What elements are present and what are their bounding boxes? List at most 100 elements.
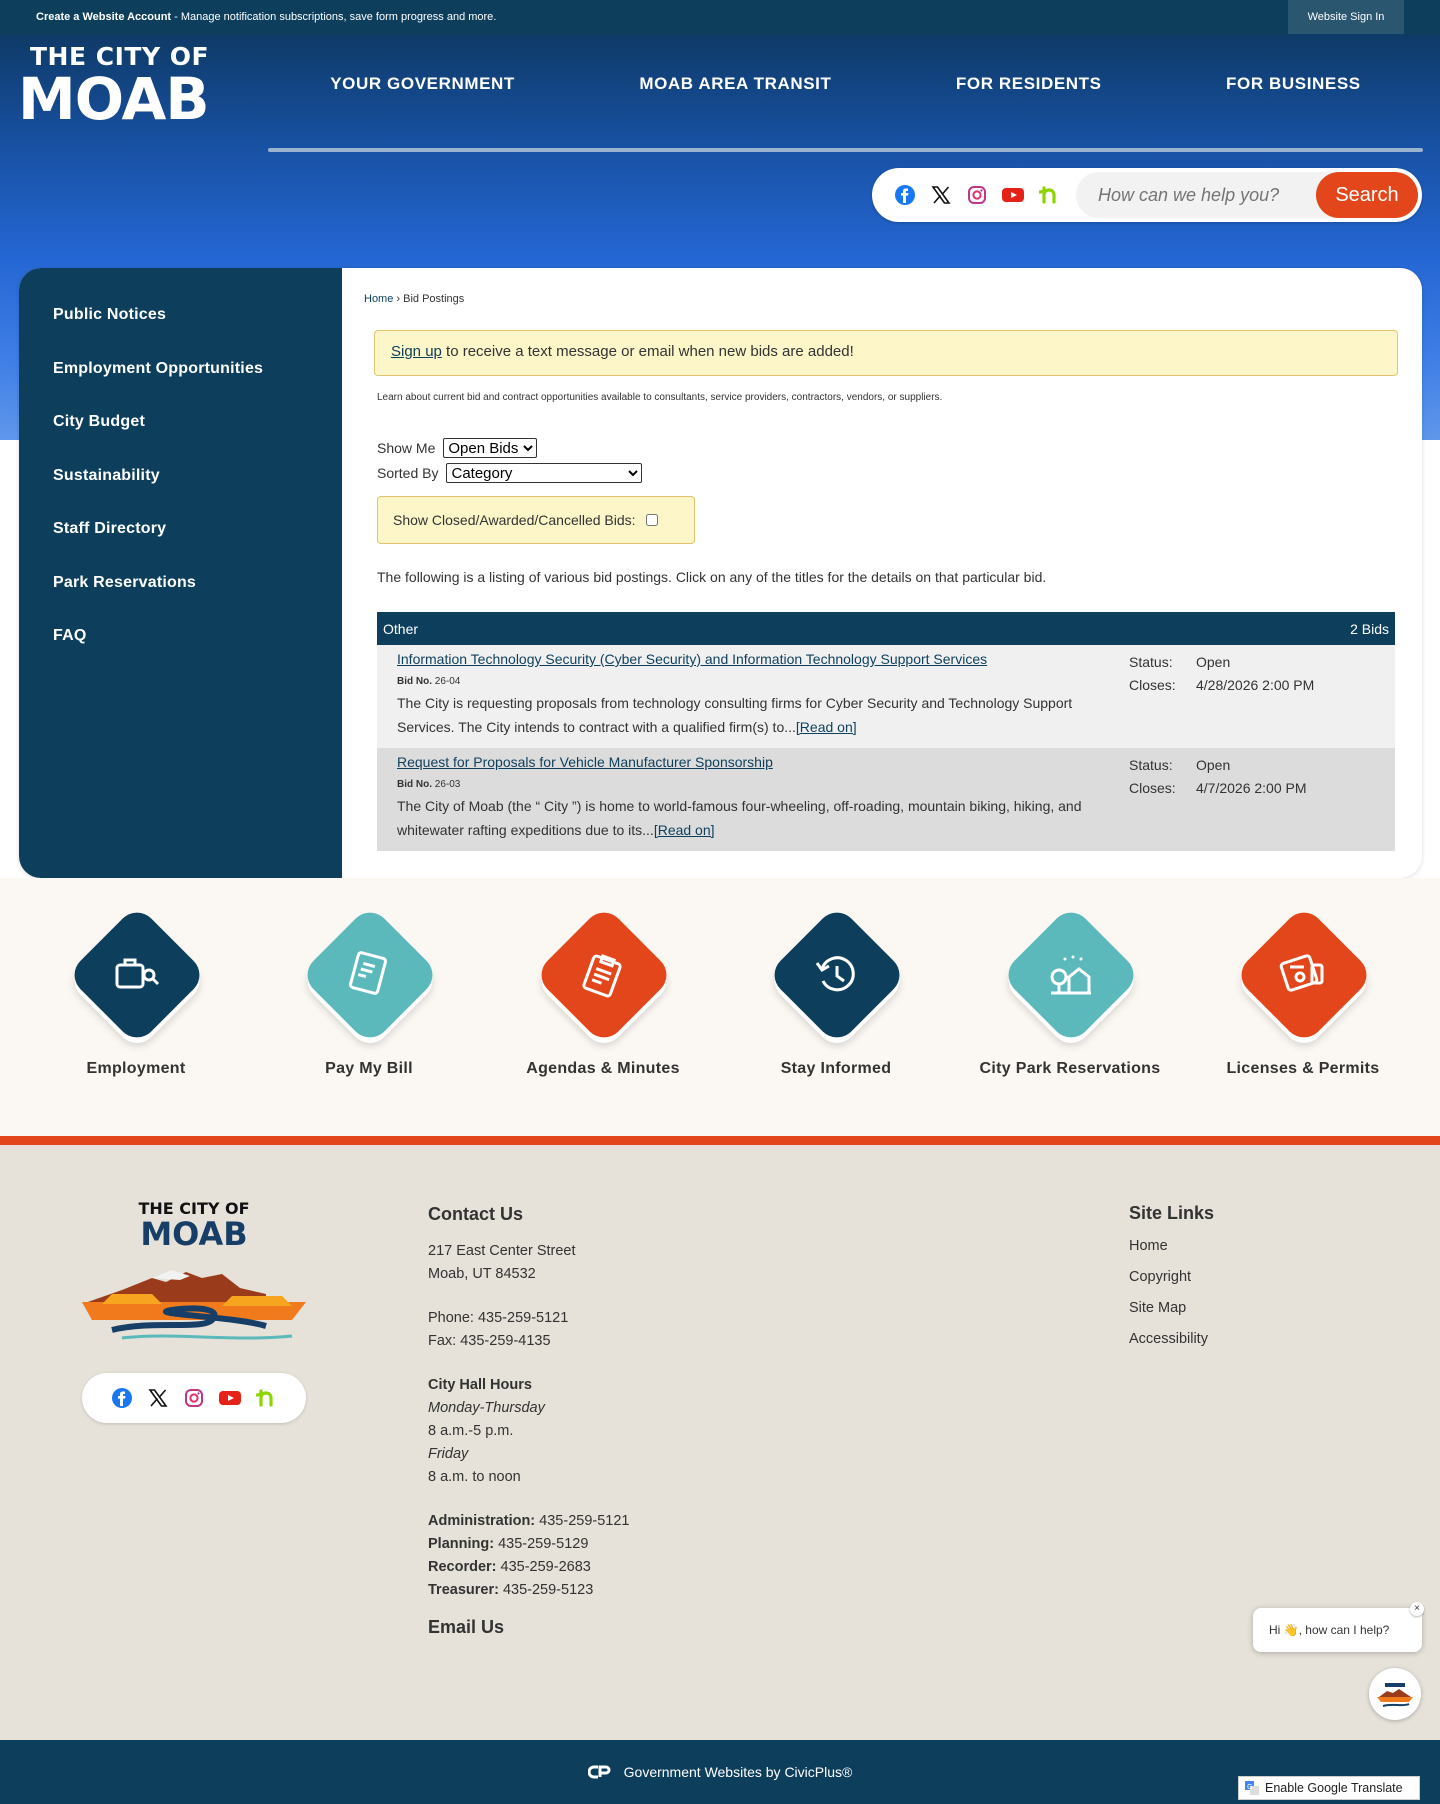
nav-underline: [268, 148, 1423, 152]
quick-links: Employment Pay My Bill Agendas & Minutes…: [0, 878, 1440, 1136]
main-card: Public Notices Employment Opportunities …: [19, 268, 1422, 878]
site-link-accessibility[interactable]: Accessibility: [1129, 1331, 1214, 1362]
clipboard-icon: [582, 954, 622, 998]
sorted-by-select[interactable]: Category: [446, 463, 643, 483]
google-translate-button[interactable]: G Enable Google Translate: [1238, 1776, 1420, 1800]
show-closed-checkbox[interactable]: [645, 514, 658, 526]
breadcrumb-home[interactable]: Home: [364, 293, 393, 305]
site-logo[interactable]: THE CITY OF MOAB: [18, 42, 210, 128]
bid-number-label: Bid No.: [397, 779, 432, 790]
chat-bubble[interactable]: Hi 👋, how can I help? ×: [1253, 1602, 1424, 1652]
x-icon[interactable]: [930, 184, 952, 206]
bid-table-header: Other 2 Bids: [377, 612, 1395, 645]
youtube-icon[interactable]: [219, 1387, 241, 1409]
quick-link-label: Employment: [86, 1060, 186, 1077]
quick-link-label: Licenses & Permits: [1226, 1060, 1380, 1077]
nav-your-government[interactable]: YOUR GOVERNMENT: [330, 74, 515, 94]
nav-moab-area-transit[interactable]: MOAB AREA TRANSIT: [639, 74, 831, 94]
bottom-bar: Government Websites by CivicPlus®: [0, 1740, 1440, 1804]
civicplus-link[interactable]: Government Websites by CivicPlus®: [624, 1764, 853, 1780]
phone: Phone: 435-259-5121: [428, 1310, 569, 1326]
history-icon: [815, 956, 855, 992]
search-input[interactable]: [1076, 172, 1316, 218]
closes-label: Closes:: [1129, 780, 1176, 796]
instagram-icon[interactable]: [966, 184, 988, 206]
breadcrumb-separator: ›: [393, 293, 404, 305]
facebook-icon[interactable]: [111, 1387, 133, 1409]
sidebar-item-staff-directory[interactable]: Staff Directory: [19, 520, 342, 574]
create-account-description: - Manage notification subscriptions, sav…: [171, 11, 497, 23]
hours-days1: Monday-Thursday: [428, 1400, 545, 1416]
search-button[interactable]: Search: [1316, 172, 1418, 218]
read-on-link[interactable]: [Read on]: [796, 719, 857, 735]
search-bar: Search: [872, 168, 1422, 222]
quick-link-pay-bill[interactable]: Pay My Bill: [269, 904, 469, 1078]
create-account-link[interactable]: Create a Website Account: [36, 11, 171, 23]
nav-for-residents[interactable]: FOR RESIDENTS: [956, 74, 1102, 94]
sign-in-button[interactable]: Website Sign In: [1288, 0, 1404, 34]
show-closed-box: Show Closed/Awarded/Cancelled Bids:: [377, 496, 695, 544]
closes-value: 4/7/2026 2:00 PM: [1196, 780, 1307, 796]
sidebar-item-employment[interactable]: Employment Opportunities: [19, 360, 342, 414]
facebook-icon[interactable]: [894, 184, 916, 206]
instagram-icon[interactable]: [183, 1387, 205, 1409]
show-me-select[interactable]: Open Bids: [443, 438, 538, 458]
email-us-link[interactable]: Email Us: [428, 1616, 629, 1639]
footer-logo[interactable]: THE CITY OF MOAB: [82, 1199, 306, 1349]
breadcrumb-current: Bid Postings: [403, 293, 465, 305]
google-translate-icon: G: [1245, 1781, 1259, 1795]
bid-title-link[interactable]: Information Technology Security (Cyber S…: [397, 651, 987, 667]
closes-label: Closes:: [1129, 677, 1176, 693]
sidebar-item-park-reservations[interactable]: Park Reservations: [19, 574, 342, 628]
read-on-link[interactable]: [Read on]: [654, 822, 715, 838]
sidebar-item-sustainability[interactable]: Sustainability: [19, 467, 342, 521]
address-line1: 217 East Center Street: [428, 1243, 576, 1259]
show-closed-label: Show Closed/Awarded/Cancelled Bids:: [393, 512, 636, 528]
nextdoor-icon[interactable]: [255, 1387, 277, 1409]
quick-link-label: Pay My Bill: [325, 1060, 413, 1077]
status-label: Status:: [1129, 654, 1173, 670]
site-links-title: Site Links: [1129, 1203, 1215, 1223]
nextdoor-icon[interactable]: [1038, 184, 1060, 206]
dept-phone: 435-259-5129: [494, 1536, 589, 1552]
footer-logo-mesa-icon: [82, 1270, 306, 1340]
main-nav: YOUR GOVERNMENT MOAB AREA TRANSIT FOR RE…: [268, 74, 1423, 152]
moab-logo-icon: [1377, 1683, 1413, 1707]
status-label: Status:: [1129, 757, 1173, 773]
fax: Fax: 435-259-4135: [428, 1333, 551, 1349]
site-link-copyright[interactable]: Copyright: [1129, 1269, 1214, 1300]
bid-row: Information Technology Security (Cyber S…: [377, 645, 1395, 748]
quick-link-park-reservations[interactable]: City Park Reservations: [970, 904, 1170, 1078]
quick-link-stay-informed[interactable]: Stay Informed: [736, 904, 936, 1078]
civicplus-logo-icon: [587, 1765, 611, 1779]
breadcrumb: Home › Bid Postings: [364, 293, 464, 305]
signup-link[interactable]: Sign up: [391, 343, 442, 360]
status-value: Open: [1196, 654, 1231, 670]
license-icon: [1279, 954, 1324, 992]
youtube-icon[interactable]: [1002, 184, 1024, 206]
dept-phone: 435-259-5123: [498, 1582, 594, 1598]
listing-description: The following is a listing of various bi…: [377, 569, 1047, 585]
bid-description: The City of Moab (the “ City ”) is home …: [397, 794, 1087, 842]
footer: THE CITY OF MOAB Contact Us 217 East Cen…: [0, 1145, 1440, 1740]
bid-count: 2 Bids: [1350, 620, 1389, 637]
dept-administration: Administration: 435-259-5121: [428, 1510, 629, 1533]
dept-name: Planning:: [428, 1536, 495, 1552]
chat-avatar[interactable]: [1369, 1668, 1421, 1720]
nav-for-business[interactable]: FOR BUSINESS: [1226, 74, 1361, 94]
signup-alert-text: to receive a text message or email when …: [441, 343, 854, 360]
dept-recorder: Recorder: 435-259-2683: [428, 1556, 629, 1579]
status-value: Open: [1196, 757, 1231, 773]
quick-link-licenses[interactable]: Licenses & Permits: [1203, 904, 1403, 1078]
bill-icon: [348, 951, 388, 995]
site-link-site-map[interactable]: Site Map: [1129, 1300, 1214, 1331]
site-link-home[interactable]: Home: [1129, 1238, 1214, 1269]
quick-link-agendas[interactable]: Agendas & Minutes: [503, 904, 703, 1078]
sidebar-item-city-budget[interactable]: City Budget: [19, 413, 342, 467]
x-icon[interactable]: [147, 1387, 169, 1409]
sidebar-item-public-notices[interactable]: Public Notices: [19, 306, 342, 360]
bid-title-link[interactable]: Request for Proposals for Vehicle Manufa…: [397, 754, 773, 770]
sidebar-item-faq[interactable]: FAQ: [19, 627, 342, 681]
quick-link-employment[interactable]: Employment: [36, 904, 236, 1078]
chat-close-icon[interactable]: ×: [1410, 1602, 1424, 1616]
